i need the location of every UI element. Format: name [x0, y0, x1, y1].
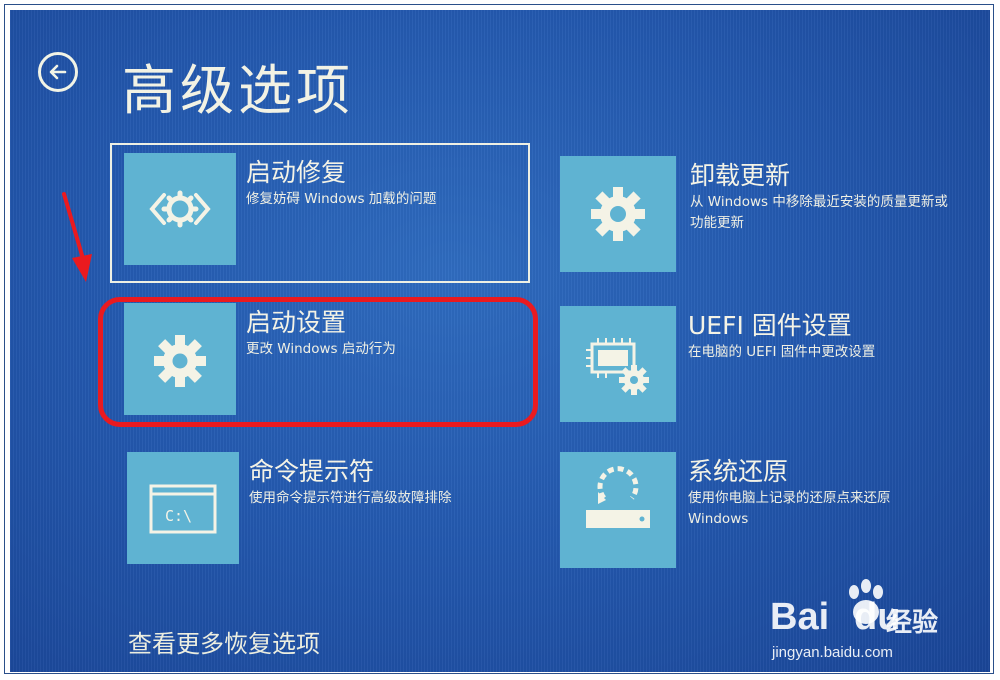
- back-arrow-icon: [49, 64, 67, 80]
- baidu-jingyan-watermark: Baidu 经验 jingyan.baidu.com: [768, 578, 978, 661]
- annotation-arrow-icon: [62, 192, 92, 282]
- option-description: 在电脑的 UEFI 固件中更改设置: [688, 344, 876, 360]
- paw-icon: [849, 579, 883, 624]
- option-command-prompt[interactable]: C:\ 命令提示符 使用命令提示符进行高级故障排除: [113, 442, 533, 572]
- terminal-icon-text: C:\: [165, 507, 193, 525]
- option-system-restore[interactable]: 系统还原 使用你电脑上记录的还原点来还原 Windows: [546, 442, 966, 572]
- recovery-screen: 高级选项 启动修复 修复妨碍 Windows 加载的问题 卸载更新 从 Wind…: [10, 10, 990, 672]
- highlight-annotation: [98, 297, 538, 427]
- page-title: 高级选项: [122, 59, 354, 122]
- option-startup-repair[interactable]: 启动修复 修复妨碍 Windows 加载的问题: [110, 143, 530, 283]
- option-title: 启动修复: [246, 158, 347, 187]
- command-prompt-tile-icon: C:\: [127, 452, 239, 564]
- option-title: 卸载更新: [690, 161, 791, 190]
- option-description: 使用命令提示符进行高级故障排除: [249, 490, 452, 506]
- option-description: 修复妨碍 Windows 加载的问题: [246, 191, 437, 207]
- option-description: 使用你电脑上记录的还原点来还原 Windows: [688, 490, 891, 527]
- restore-icon: [586, 466, 650, 528]
- option-title: UEFI 固件设置: [688, 311, 852, 340]
- watermark-brand: Baidu: [770, 596, 900, 638]
- watermark-url: jingyan.baidu.com: [772, 644, 893, 661]
- startup-repair-tile-icon: [124, 153, 236, 265]
- option-title: 系统还原: [688, 457, 789, 486]
- system-restore-tile-icon: [560, 452, 676, 568]
- code-gear-icon: [149, 190, 211, 228]
- option-uefi-firmware[interactable]: UEFI 固件设置 在电脑的 UEFI 固件中更改设置: [546, 296, 966, 426]
- chip-gear-icon: [586, 338, 649, 395]
- option-title: 命令提示符: [249, 457, 375, 486]
- watermark-cn: 经验: [886, 608, 939, 638]
- back-button[interactable]: [38, 52, 78, 92]
- option-uninstall-updates[interactable]: 卸载更新 从 Windows 中移除最近安装的质量更新或功能更新: [546, 146, 966, 276]
- uefi-tile-icon: [560, 306, 676, 422]
- uninstall-updates-tile-icon: [560, 156, 676, 272]
- gear-icon: [591, 187, 645, 241]
- see-more-recovery-options-link[interactable]: 查看更多恢复选项: [128, 624, 320, 659]
- option-description: 从 Windows 中移除最近安装的质量更新或功能更新: [690, 194, 948, 231]
